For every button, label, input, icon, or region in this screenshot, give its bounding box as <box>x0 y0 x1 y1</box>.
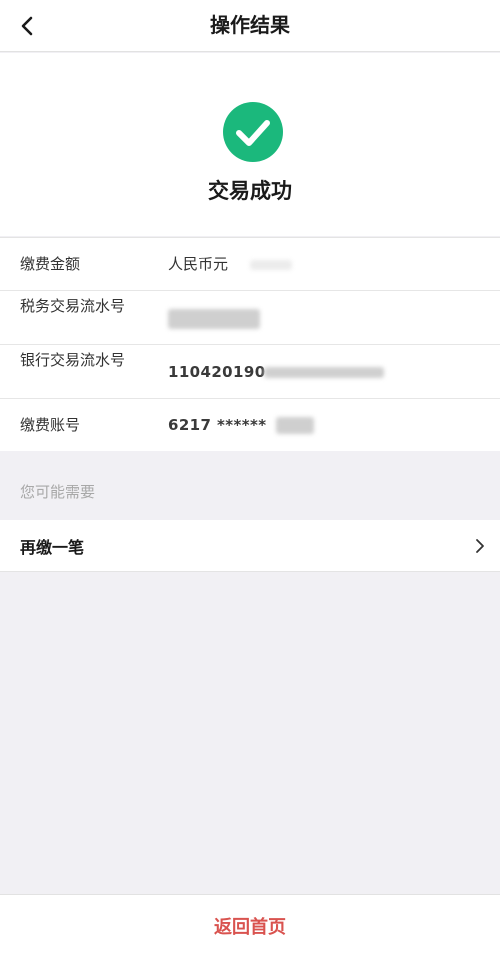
redacted-mask <box>168 309 260 329</box>
result-panel: 交易成功 <box>0 53 500 236</box>
suggestions-heading: 您可能需要 <box>20 483 96 501</box>
return-home-label: 返回首页 <box>214 917 286 938</box>
detail-label: 缴费账号 <box>20 416 81 434</box>
detail-value: 6217 ****** <box>168 416 267 434</box>
detail-label: 银行交易流水号 <box>20 351 126 369</box>
redacted-mask <box>264 367 384 378</box>
pay-again-label: 再缴一笔 <box>20 538 85 557</box>
detail-label: 税务交易流水号 <box>20 297 126 315</box>
redacted-mask <box>276 417 314 434</box>
detail-row-tax-serial: 税务交易流水号 <box>0 291 500 345</box>
suggestions-section: 您可能需要 <box>0 451 500 519</box>
return-home-button[interactable]: 返回首页 <box>0 894 500 953</box>
detail-row-account: 缴费账号 6217 ****** <box>0 399 500 452</box>
detail-label: 缴费金额 <box>20 255 81 273</box>
navigation-bar: 操作结果 <box>0 0 500 52</box>
detail-row-amount: 缴费金额 人民币元 <box>0 238 500 291</box>
detail-row-bank-serial: 银行交易流水号 110420190 <box>0 345 500 399</box>
redacted-mask <box>250 260 292 270</box>
payment-details: 缴费金额 人民币元 税务交易流水号 银行交易流水号 110420190 缴费账号… <box>0 237 500 452</box>
chevron-right-icon <box>476 539 484 553</box>
detail-value: 人民币元 <box>168 255 229 273</box>
detail-value: 110420190 <box>168 363 266 381</box>
result-status: 交易成功 <box>208 179 292 203</box>
pay-again-item[interactable]: 再缴一笔 <box>0 520 500 572</box>
page-title: 操作结果 <box>210 13 290 37</box>
check-circle-icon <box>223 102 283 162</box>
